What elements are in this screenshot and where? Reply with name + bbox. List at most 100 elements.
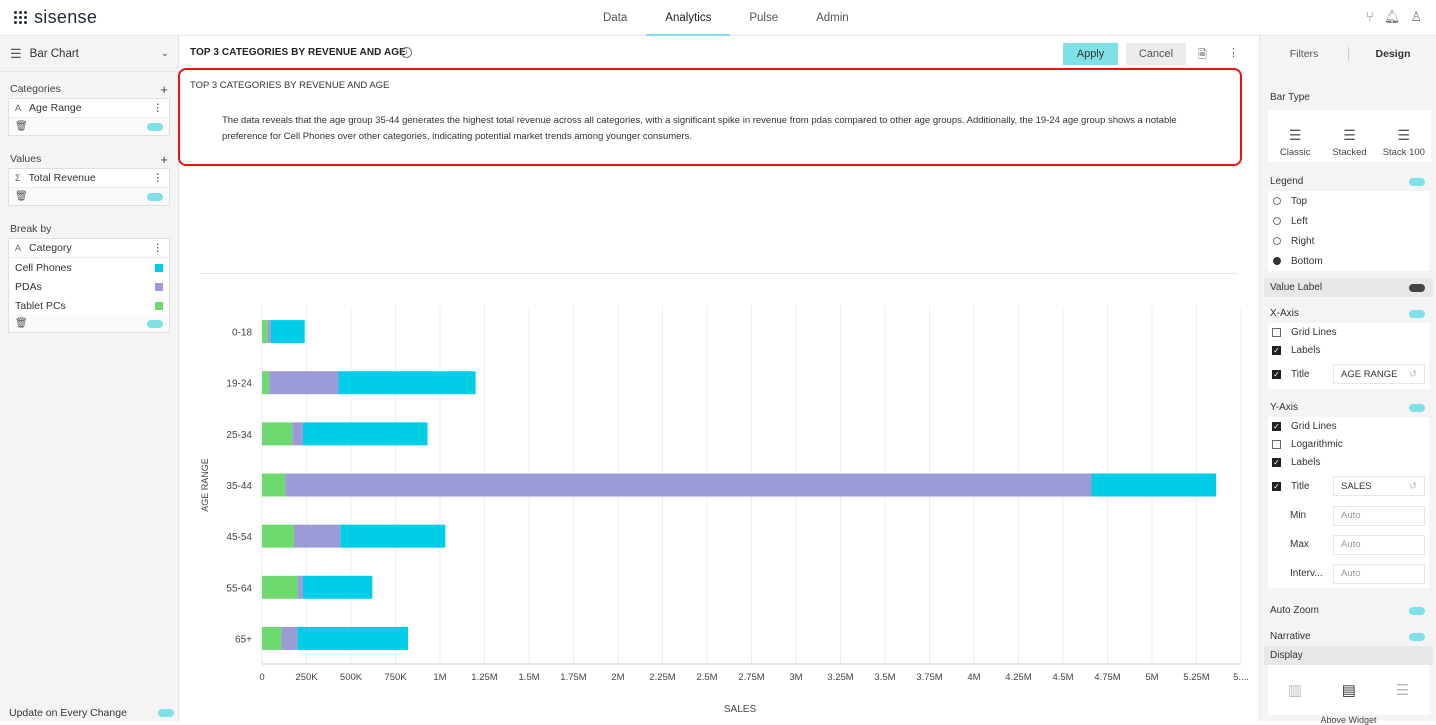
x-tick-label: 4.5M xyxy=(1052,672,1073,683)
color-swatch[interactable] xyxy=(155,263,163,272)
tab-filters[interactable]: Filters xyxy=(1260,48,1348,60)
bar-type-label: Stack 100 xyxy=(1382,147,1425,158)
value-label-label: Value Label xyxy=(1270,282,1323,293)
more-icon[interactable]: ⋮ xyxy=(153,242,164,254)
checkbox-icon: ✓ xyxy=(1272,481,1281,491)
bell-icon[interactable]: 🔔︎ xyxy=(1384,9,1401,25)
nav-pulse[interactable]: Pulse xyxy=(730,0,797,36)
bar-cell-phones xyxy=(340,524,446,548)
checkbox-label: Title xyxy=(1291,368,1310,380)
legend-section: Legend Top Left Right Bottom xyxy=(1264,172,1433,271)
categories-label: Categories xyxy=(10,83,61,95)
yaxis-logarithmic[interactable]: Logarithmic xyxy=(1268,435,1429,453)
text-type-icon: A xyxy=(15,103,22,113)
display-option-icon[interactable]: ☰ xyxy=(1396,681,1409,699)
widget-title[interactable]: TOP 3 CATEGORIES BY REVENUE AND AGE xyxy=(190,47,406,58)
add-value-icon[interactable]: + xyxy=(160,152,168,167)
reset-icon[interactable]: ↺ xyxy=(1409,369,1417,380)
max-input[interactable]: Auto xyxy=(1333,534,1425,555)
color-swatch[interactable] xyxy=(155,282,163,291)
bar-cell-phones xyxy=(338,371,476,395)
branch-icon[interactable]: ⑂ xyxy=(1366,9,1374,25)
yaxis-label: Y-Axis xyxy=(1270,402,1298,413)
bar-type-stack100[interactable]: ☰ Stack 100 xyxy=(1377,110,1431,162)
auto-zoom-section: Auto Zoom xyxy=(1264,601,1433,620)
data-panel: ☰ Bar Chart ⌄ Categories + A Age Range ⋮ 🗑︎… xyxy=(0,36,179,721)
radio-label: Right xyxy=(1291,235,1315,247)
cancel-button[interactable]: Cancel xyxy=(1126,43,1186,65)
sisense-logo[interactable]: sisense xyxy=(14,7,97,28)
checkbox-label: Title xyxy=(1291,480,1310,492)
divider xyxy=(200,273,1238,274)
x-tick-label: 3M xyxy=(789,672,802,683)
add-category-icon[interactable]: + xyxy=(160,82,168,97)
display-option-above-icon[interactable]: ▤ xyxy=(1342,681,1356,699)
categories-field[interactable]: A Age Range ⋮ xyxy=(9,99,169,118)
legend-right[interactable]: Right xyxy=(1268,231,1429,251)
legend-label: Legend xyxy=(1270,176,1304,187)
x-tick-label: 5.25M xyxy=(1183,672,1209,683)
info-icon[interactable]: i xyxy=(401,47,412,58)
legend-toggle[interactable] xyxy=(1409,177,1425,186)
break-item-pdas[interactable]: PDAs xyxy=(9,277,169,296)
interval-input[interactable]: Auto xyxy=(1333,563,1425,584)
checkbox-label: Labels xyxy=(1291,344,1321,356)
xaxis-title[interactable]: ✓ Title AGE RANGE ↺ xyxy=(1268,359,1429,389)
bar-type-stacked[interactable]: ☰ Stacked xyxy=(1322,110,1376,162)
xaxis-title-input[interactable]: AGE RANGE ↺ xyxy=(1333,364,1425,384)
nav-data[interactable]: Data xyxy=(584,0,646,36)
trash-icon[interactable]: 🗑︎ xyxy=(15,318,28,329)
x-tick-label: 1.25M xyxy=(471,672,497,683)
bar-cell-phones xyxy=(1091,473,1217,497)
display-option-icon[interactable]: ▥ xyxy=(1288,681,1302,699)
values-toggle[interactable] xyxy=(147,192,163,201)
bar-tablet-pcs xyxy=(262,371,270,395)
break-item-tablet-pcs[interactable]: Tablet PCs xyxy=(9,296,169,315)
tab-design[interactable]: Design xyxy=(1349,48,1436,60)
auto-zoom-toggle[interactable] xyxy=(1409,606,1425,615)
xaxis-grid-lines[interactable]: Grid Lines xyxy=(1268,323,1429,341)
x-tick-label: 4M xyxy=(967,672,980,683)
legend-left[interactable]: Left xyxy=(1268,211,1429,231)
sum-icon: Σ xyxy=(15,173,21,183)
narrative-toggle[interactable] xyxy=(1409,632,1425,641)
values-label: Values xyxy=(10,153,42,165)
yaxis-labels[interactable]: ✓ Labels xyxy=(1268,453,1429,471)
user-icon[interactable]: ♙ xyxy=(1410,9,1422,25)
apply-button[interactable]: Apply xyxy=(1063,43,1118,65)
more-icon[interactable]: ⋮ xyxy=(153,102,164,114)
min-input[interactable]: Auto xyxy=(1333,505,1425,526)
values-field[interactable]: Σ Total Revenue ⋮ xyxy=(9,169,169,188)
trash-icon[interactable]: 🗑︎ xyxy=(15,191,28,202)
breakby-toggle[interactable] xyxy=(147,319,163,328)
categories-toggle[interactable] xyxy=(147,122,163,131)
nav-admin[interactable]: Admin xyxy=(797,0,868,36)
yaxis-title[interactable]: ✓ Title SALES ↺ xyxy=(1268,471,1429,501)
logo-icon xyxy=(14,11,27,24)
chart-type-label: Bar Chart xyxy=(29,47,79,60)
yaxis-title-input[interactable]: SALES ↺ xyxy=(1333,476,1425,496)
more-options-icon[interactable]: ⋮ xyxy=(1228,46,1239,59)
export-icon[interactable]: 🗎︎ xyxy=(1198,46,1207,65)
legend-top[interactable]: Top xyxy=(1268,191,1429,211)
xaxis-labels[interactable]: ✓ Labels xyxy=(1268,341,1429,359)
yaxis-toggle[interactable] xyxy=(1409,403,1425,412)
color-swatch[interactable] xyxy=(155,301,163,310)
trash-icon[interactable]: 🗑︎ xyxy=(15,121,28,132)
xaxis-toggle[interactable] xyxy=(1409,309,1425,318)
reset-icon[interactable]: ↺ xyxy=(1409,481,1417,492)
interval-label: Interv... xyxy=(1290,568,1323,579)
checkbox-icon: ✓ xyxy=(1272,421,1281,431)
update-on-change-toggle[interactable] xyxy=(158,709,174,717)
yaxis-grid-lines[interactable]: ✓ Grid Lines xyxy=(1268,417,1429,435)
x-tick-label: 2M xyxy=(611,672,624,683)
legend-bottom[interactable]: Bottom xyxy=(1268,251,1429,271)
nav-analytics[interactable]: Analytics xyxy=(646,0,731,36)
bar-type-classic[interactable]: ☰ Classic xyxy=(1268,110,1322,162)
radio-label: Top xyxy=(1291,195,1308,207)
breakby-field[interactable]: A Category ⋮ xyxy=(9,239,169,258)
break-item-cell-phones[interactable]: Cell Phones xyxy=(9,258,169,277)
value-label-toggle[interactable] xyxy=(1409,283,1425,292)
chart-type-selector[interactable]: ☰ Bar Chart ⌄ xyxy=(0,36,179,72)
more-icon[interactable]: ⋮ xyxy=(153,172,164,184)
